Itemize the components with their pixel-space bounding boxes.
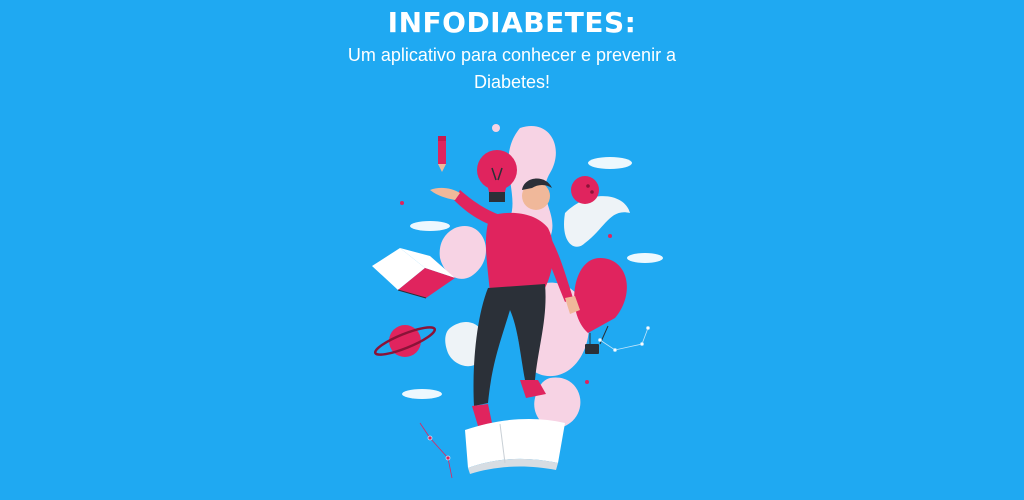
notebook-icon [465, 418, 565, 474]
ball-icon [571, 176, 599, 204]
pencil-icon [438, 136, 446, 172]
page-title: INFODIABETES: [387, 6, 637, 39]
hero-illustration [372, 124, 663, 479]
page-subtitle: Um aplicativo para conhecer e prevenir a… [347, 45, 677, 92]
planet-icon [373, 325, 437, 357]
lightbulb-icon [477, 150, 517, 202]
small-dot [492, 124, 500, 132]
header: INFODIABETES: Um aplicativo para conhece… [0, 0, 1024, 96]
